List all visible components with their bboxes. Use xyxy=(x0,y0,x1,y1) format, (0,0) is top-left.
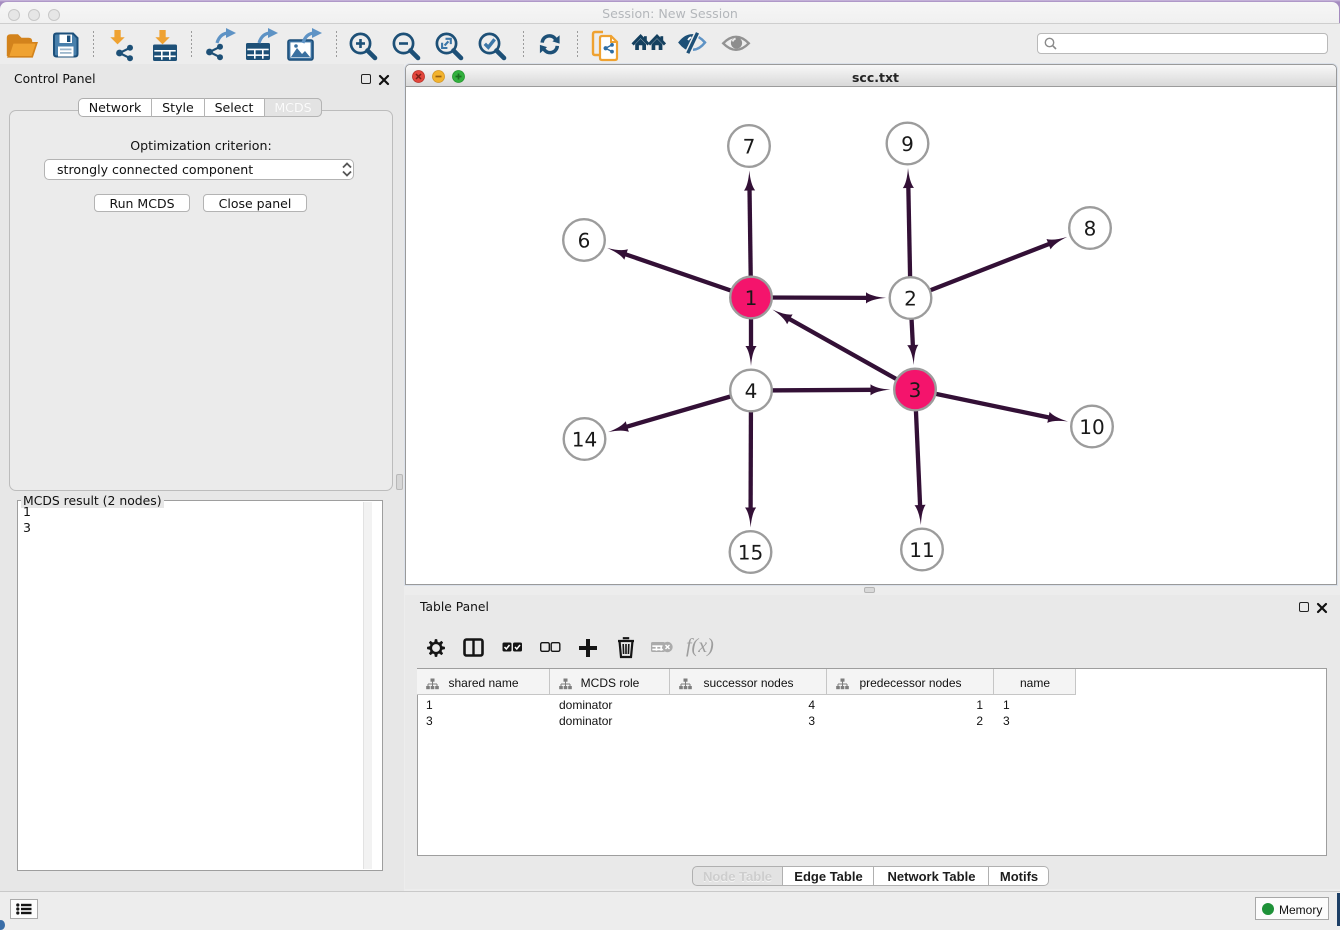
svg-text:3: 3 xyxy=(909,378,922,402)
svg-text:10: 10 xyxy=(1079,415,1104,439)
svg-text:1: 1 xyxy=(745,286,758,310)
svg-text:8: 8 xyxy=(1084,216,1097,240)
svg-text:6: 6 xyxy=(578,228,591,252)
svg-text:7: 7 xyxy=(743,134,756,158)
svg-text:15: 15 xyxy=(738,540,763,564)
svg-text:4: 4 xyxy=(745,379,758,403)
svg-text:14: 14 xyxy=(572,427,597,451)
svg-text:11: 11 xyxy=(909,538,934,562)
svg-text:9: 9 xyxy=(901,132,914,156)
svg-text:2: 2 xyxy=(904,286,917,310)
